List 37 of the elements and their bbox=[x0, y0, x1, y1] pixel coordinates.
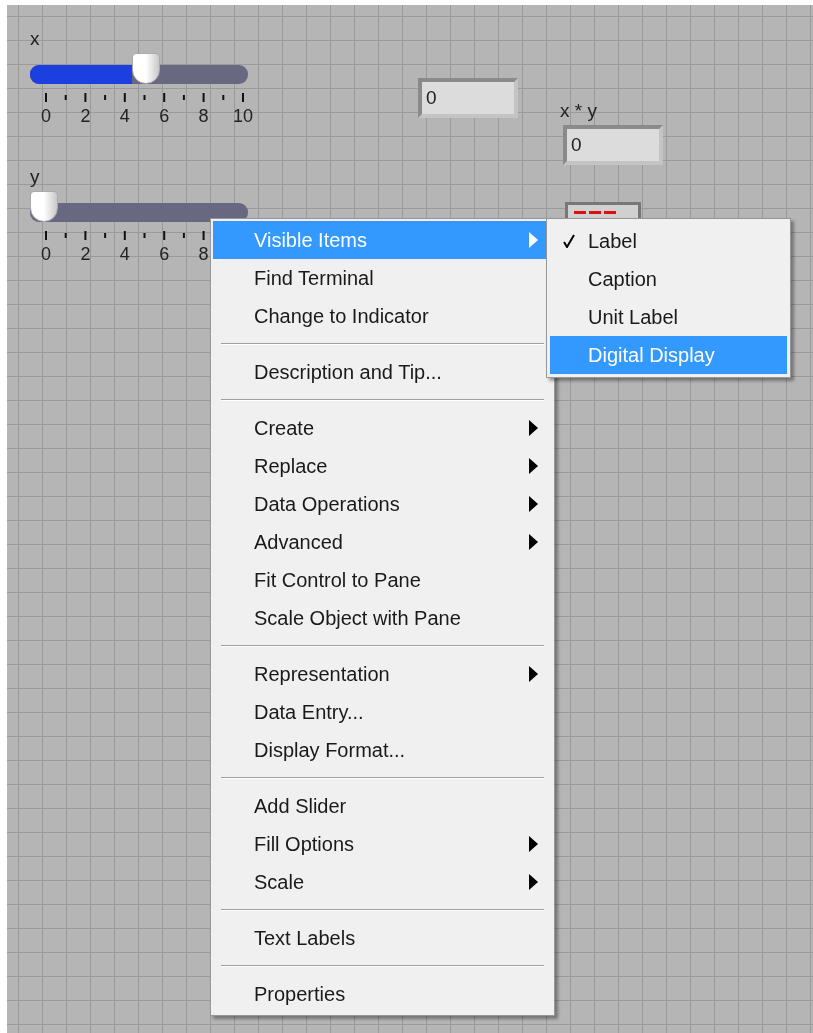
menu-item[interactable]: Scale Object with Pane bbox=[213, 599, 552, 637]
menu-item[interactable]: Scale bbox=[213, 863, 552, 901]
scale-label: 8 bbox=[198, 107, 209, 125]
display-label: x * y bbox=[560, 99, 597, 123]
menu-item[interactable]: Display Format... bbox=[213, 731, 552, 769]
menu-item[interactable]: Replace bbox=[213, 447, 552, 485]
scale-label: 8 bbox=[198, 245, 209, 263]
numeric-display[interactable]: 0 bbox=[563, 125, 663, 165]
menu-item[interactable]: Data Entry... bbox=[213, 693, 552, 731]
menu-item[interactable]: Add Slider bbox=[213, 787, 552, 825]
slider-label: y bbox=[30, 165, 40, 189]
scale-label: 2 bbox=[80, 107, 91, 125]
menu-item[interactable]: Text Labels bbox=[213, 919, 552, 957]
menu-item[interactable]: Properties bbox=[213, 975, 552, 1013]
menu-item[interactable]: Advanced bbox=[213, 523, 552, 561]
menu-item[interactable]: Fill Options bbox=[213, 825, 552, 863]
menu-item[interactable]: Create bbox=[213, 409, 552, 447]
menu-item[interactable]: Representation bbox=[213, 655, 552, 693]
slider-label: x bbox=[30, 27, 40, 51]
checkmark-icon bbox=[563, 234, 575, 248]
slider-track[interactable] bbox=[30, 65, 248, 84]
scale-label: 10 bbox=[233, 107, 253, 125]
menu-item[interactable]: Fit Control to Pane bbox=[213, 561, 552, 599]
scale-label: 6 bbox=[159, 107, 170, 125]
scale-label: 0 bbox=[41, 107, 51, 125]
scale-label: 4 bbox=[119, 245, 130, 263]
slider-thumb[interactable] bbox=[132, 53, 161, 84]
scale-label: 2 bbox=[80, 245, 91, 263]
menu-item[interactable]: Caption bbox=[550, 260, 787, 298]
numeric-display[interactable]: 0 bbox=[418, 78, 518, 118]
slider-thumb[interactable] bbox=[30, 191, 58, 222]
scale-label: 4 bbox=[119, 107, 130, 125]
menu-item[interactable]: Label bbox=[550, 222, 787, 260]
scale-label: 0 bbox=[41, 245, 51, 263]
scale-label: 6 bbox=[159, 245, 170, 263]
menu-item[interactable]: Data Operations bbox=[213, 485, 552, 523]
menu-item[interactable]: Unit Label bbox=[550, 298, 787, 336]
